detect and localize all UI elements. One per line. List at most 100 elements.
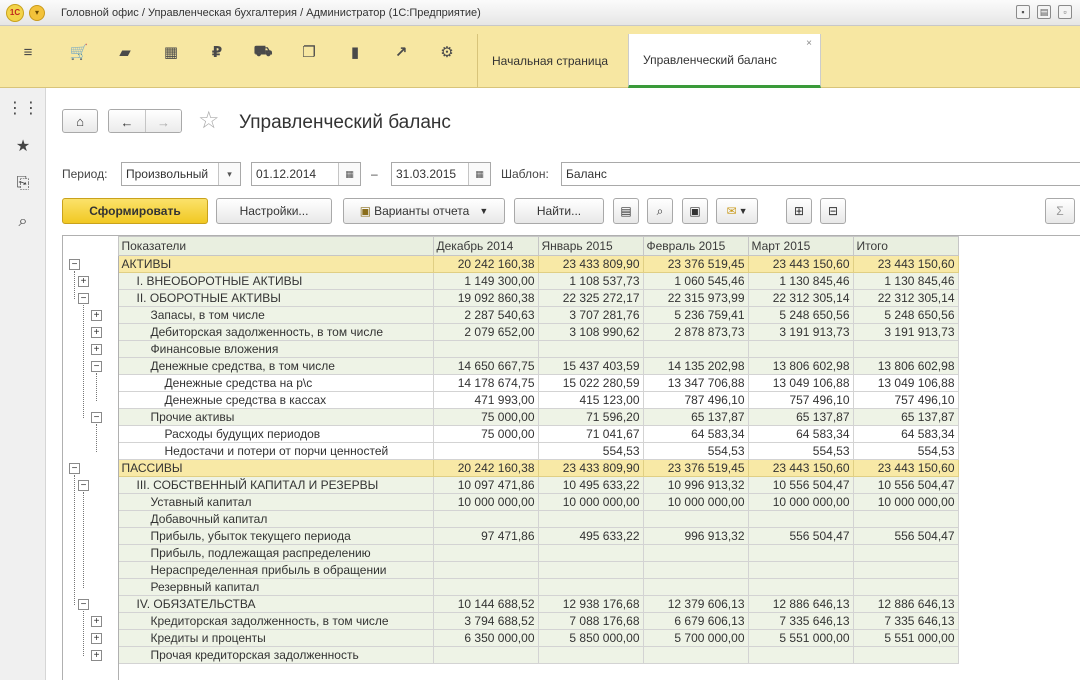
report-spreadsheet[interactable]: Показатели Декабрь 2014 Январь 2015 Февраль… — [62, 235, 1080, 680]
value-cell[interactable]: 556 504,47 — [747, 527, 854, 545]
value-cell[interactable]: 22 312 305,14 — [852, 289, 959, 307]
value-cell[interactable]: 7 088 176,68 — [537, 612, 644, 630]
value-cell[interactable] — [432, 646, 539, 664]
indicator-cell[interactable]: Дебиторская задолженность, в том числе — [117, 323, 434, 341]
main-menu-icon[interactable]: ▾ — [29, 4, 45, 21]
template-field[interactable]: Баланс — [561, 162, 1080, 186]
value-cell[interactable] — [432, 442, 539, 460]
value-cell[interactable]: 3 191 913,73 — [852, 323, 959, 341]
value-cell[interactable]: 787 496,10 — [642, 391, 749, 409]
expand-icon[interactable]: + — [91, 632, 102, 644]
value-cell[interactable]: 65 137,87 — [642, 408, 749, 426]
value-cell[interactable] — [642, 544, 749, 562]
value-cell[interactable]: 5 551 000,00 — [747, 629, 854, 647]
cart-icon[interactable]: 🛒 — [56, 26, 102, 78]
value-cell[interactable]: 1 130 845,46 — [747, 272, 854, 290]
bag-icon[interactable]: ▰ — [102, 26, 148, 78]
value-cell[interactable]: 22 312 305,14 — [747, 289, 854, 307]
value-cell[interactable]: 554,53 — [852, 442, 959, 460]
indicator-cell[interactable]: Прочие активы — [117, 408, 434, 426]
indicator-cell[interactable]: Прочая кредиторская задолженность — [117, 646, 434, 664]
indicator-cell[interactable]: Недостачи и потери от порчи ценностей — [117, 442, 434, 460]
collapse-all-button[interactable]: ⊟ — [820, 198, 846, 224]
value-cell[interactable]: 65 137,87 — [747, 408, 854, 426]
gear-icon[interactable]: ⚙ — [424, 26, 470, 78]
value-cell[interactable] — [852, 578, 959, 596]
value-cell[interactable]: 996 913,32 — [642, 527, 749, 545]
value-cell[interactable]: 64 583,34 — [747, 425, 854, 443]
value-cell[interactable]: 12 886 646,13 — [747, 595, 854, 613]
value-cell[interactable]: 10 144 688,52 — [432, 595, 539, 613]
value-cell[interactable]: 12 379 606,13 — [642, 595, 749, 613]
send-email-button[interactable]: ✉ ▼ — [716, 198, 758, 224]
star-icon[interactable]: ★ — [0, 128, 46, 164]
value-cell[interactable]: 2 287 540,63 — [432, 306, 539, 324]
value-cell[interactable]: 10 000 000,00 — [537, 493, 644, 511]
value-cell[interactable]: 3 191 913,73 — [747, 323, 854, 341]
value-cell[interactable]: 71 041,67 — [537, 425, 644, 443]
expand-icon[interactable]: + — [91, 309, 102, 321]
value-cell[interactable]: 1 108 537,73 — [537, 272, 644, 290]
indicator-cell[interactable]: IV. ОБЯЗАТЕЛЬСТВА — [117, 595, 434, 613]
value-cell[interactable] — [747, 578, 854, 596]
value-cell[interactable]: 10 996 913,32 — [642, 476, 749, 494]
indicator-cell[interactable]: Запасы, в том числе — [117, 306, 434, 324]
value-cell[interactable]: 10 000 000,00 — [852, 493, 959, 511]
value-cell[interactable]: 13 049 106,88 — [747, 374, 854, 392]
date-to-field[interactable]: 31.03.2015 ▦ — [391, 162, 491, 186]
tab-home-page[interactable]: Начальная страница — [477, 34, 628, 88]
value-cell[interactable] — [432, 544, 539, 562]
value-cell[interactable]: 23 443 150,60 — [747, 459, 854, 477]
value-cell[interactable]: 495 633,22 — [537, 527, 644, 545]
value-cell[interactable] — [537, 578, 644, 596]
value-cell[interactable] — [537, 646, 644, 664]
indicator-cell[interactable]: АКТИВЫ — [117, 255, 434, 273]
value-cell[interactable]: 2 878 873,73 — [642, 323, 749, 341]
collapse-icon[interactable]: − — [78, 292, 89, 304]
back-button[interactable]: ← — [109, 110, 145, 132]
value-cell[interactable]: 5 700 000,00 — [642, 629, 749, 647]
expand-icon[interactable]: + — [91, 343, 102, 355]
value-cell[interactable]: 5 551 000,00 — [852, 629, 959, 647]
value-cell[interactable]: 23 433 809,90 — [537, 459, 644, 477]
value-cell[interactable]: 3 707 281,76 — [537, 306, 644, 324]
value-cell[interactable]: 10 097 471,86 — [432, 476, 539, 494]
value-cell[interactable]: 10 495 633,22 — [537, 476, 644, 494]
value-cell[interactable]: 2 079 652,00 — [432, 323, 539, 341]
value-cell[interactable] — [642, 561, 749, 579]
print-button[interactable]: ▤ — [613, 198, 639, 224]
indicator-cell[interactable]: Нераспределенная прибыль в обращении — [117, 561, 434, 579]
collapse-icon[interactable]: − — [78, 598, 89, 610]
value-cell[interactable]: 97 471,86 — [432, 527, 539, 545]
find-button[interactable]: Найти... — [514, 198, 604, 224]
documents-icon[interactable]: ❐ — [286, 26, 332, 78]
indicator-cell[interactable]: I. ВНЕОБОРОТНЫЕ АКТИВЫ — [117, 272, 434, 290]
settings-button[interactable]: Настройки... — [216, 198, 332, 224]
value-cell[interactable]: 1 060 545,46 — [642, 272, 749, 290]
indicator-cell[interactable]: Прибыль, подлежащая распределению — [117, 544, 434, 562]
expand-icon[interactable]: + — [91, 649, 102, 661]
value-cell[interactable]: 23 443 150,60 — [852, 459, 959, 477]
bar-chart-icon[interactable]: ▮ — [332, 26, 378, 78]
collapse-icon[interactable]: − — [91, 360, 102, 372]
value-cell[interactable]: 19 092 860,38 — [432, 289, 539, 307]
value-cell[interactable]: 3 794 688,52 — [432, 612, 539, 630]
restore-icon[interactable]: ▫ — [1058, 5, 1072, 19]
value-cell[interactable] — [852, 561, 959, 579]
date-from-field[interactable]: 01.12.2014 ▦ — [251, 162, 361, 186]
expand-icon[interactable]: + — [78, 275, 89, 287]
value-cell[interactable]: 757 496,10 — [852, 391, 959, 409]
value-cell[interactable]: 64 583,34 — [852, 425, 959, 443]
value-cell[interactable]: 3 108 990,62 — [537, 323, 644, 341]
expand-icon[interactable]: + — [91, 326, 102, 338]
value-cell[interactable]: 10 000 000,00 — [747, 493, 854, 511]
value-cell[interactable] — [747, 510, 854, 528]
save-button[interactable]: ▣ — [682, 198, 708, 224]
value-cell[interactable]: 10 556 504,47 — [747, 476, 854, 494]
home-button[interactable]: ⌂ — [62, 109, 98, 133]
value-cell[interactable]: 5 850 000,00 — [537, 629, 644, 647]
value-cell[interactable]: 65 137,87 — [852, 408, 959, 426]
preview-button[interactable]: ⌕ — [647, 198, 673, 224]
collapse-icon[interactable]: − — [78, 479, 89, 491]
value-cell[interactable]: 471 993,00 — [432, 391, 539, 409]
